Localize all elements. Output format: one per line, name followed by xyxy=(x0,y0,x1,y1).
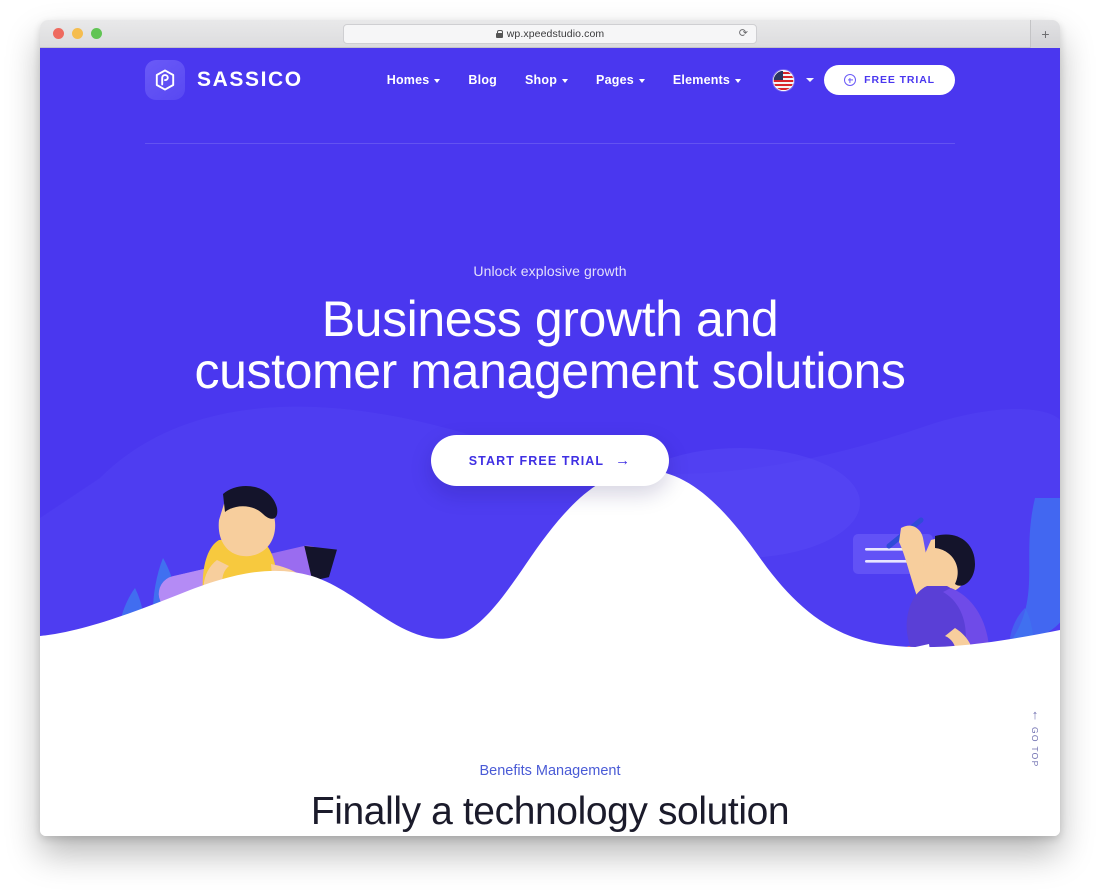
main-navigation: Homes Blog Shop Pages Elements xyxy=(387,73,742,87)
site-logo[interactable]: SASSICO xyxy=(145,60,303,100)
hero-content: Unlock explosive growth Business growth … xyxy=(40,263,1060,486)
benefits-section: Benefits Management Finally a technology… xyxy=(40,763,1060,834)
close-window-button[interactable] xyxy=(53,28,64,39)
logo-text: SASSICO xyxy=(197,68,303,91)
go-top-button[interactable]: ↑ GO TOP xyxy=(1030,708,1040,768)
language-chevron-down-icon[interactable] xyxy=(806,78,815,82)
nav-item-elements[interactable]: Elements xyxy=(672,73,742,87)
free-trial-label: FREE TRIAL xyxy=(864,74,935,86)
nav-item-homes[interactable]: Homes xyxy=(387,73,441,87)
benefits-title: Finally a technology solution xyxy=(310,790,790,833)
nav-label: Shop xyxy=(525,73,558,87)
chevron-down-icon xyxy=(562,79,569,83)
hero-cta-wrap: START FREE TRIAL → xyxy=(40,435,1060,486)
go-top-label: GO TOP xyxy=(1030,727,1040,768)
window-controls xyxy=(53,28,102,39)
browser-window: wp.xpeedstudio.com ⟳ + SASSICO Homes Blo… xyxy=(40,20,1060,836)
benefits-eyebrow: Benefits Management xyxy=(479,763,621,779)
us-flag-icon[interactable] xyxy=(773,69,795,91)
nav-item-pages[interactable]: Pages xyxy=(596,73,645,87)
header-actions: FREE TRIAL xyxy=(773,65,955,95)
hero-eyebrow: Unlock explosive growth xyxy=(473,263,627,279)
chevron-down-icon xyxy=(735,79,742,83)
url-text: wp.xpeedstudio.com xyxy=(506,28,605,40)
zoom-window-button[interactable] xyxy=(91,28,102,39)
arrow-right-icon: → xyxy=(615,452,632,469)
chevron-down-icon xyxy=(434,79,441,83)
hero-title-line2: customer management solutions xyxy=(194,343,906,399)
hero-title: Business growth and customer management … xyxy=(40,293,1060,397)
start-free-trial-button[interactable]: START FREE TRIAL → xyxy=(430,435,670,486)
hexagon-logo-icon xyxy=(145,60,185,100)
address-bar[interactable]: wp.xpeedstudio.com ⟳ xyxy=(343,24,757,44)
new-tab-button[interactable]: + xyxy=(1030,20,1060,48)
header-divider xyxy=(145,143,955,144)
start-free-trial-label: START FREE TRIAL xyxy=(468,453,605,468)
site-header: SASSICO Homes Blog Shop Pages Elements F… xyxy=(40,48,1060,112)
nav-item-shop[interactable]: Shop xyxy=(525,73,569,87)
nav-label: Blog xyxy=(468,73,497,87)
nav-label: Pages xyxy=(596,73,634,87)
nav-item-blog[interactable]: Blog xyxy=(468,73,497,87)
minimize-window-button[interactable] xyxy=(72,28,83,39)
reload-icon[interactable]: ⟳ xyxy=(739,28,748,40)
lock-icon xyxy=(495,30,504,38)
page-viewport: SASSICO Homes Blog Shop Pages Elements F… xyxy=(40,48,1060,836)
hero-title-line1: Business growth and xyxy=(321,291,779,347)
chevron-down-icon xyxy=(638,79,645,83)
plus-circle-icon xyxy=(844,74,857,86)
nav-label: Homes xyxy=(386,73,430,87)
browser-titlebar: wp.xpeedstudio.com ⟳ + xyxy=(40,20,1060,48)
free-trial-button[interactable]: FREE TRIAL xyxy=(824,65,955,95)
nav-label: Elements xyxy=(672,73,731,87)
arrow-up-icon: ↑ xyxy=(1031,707,1039,722)
